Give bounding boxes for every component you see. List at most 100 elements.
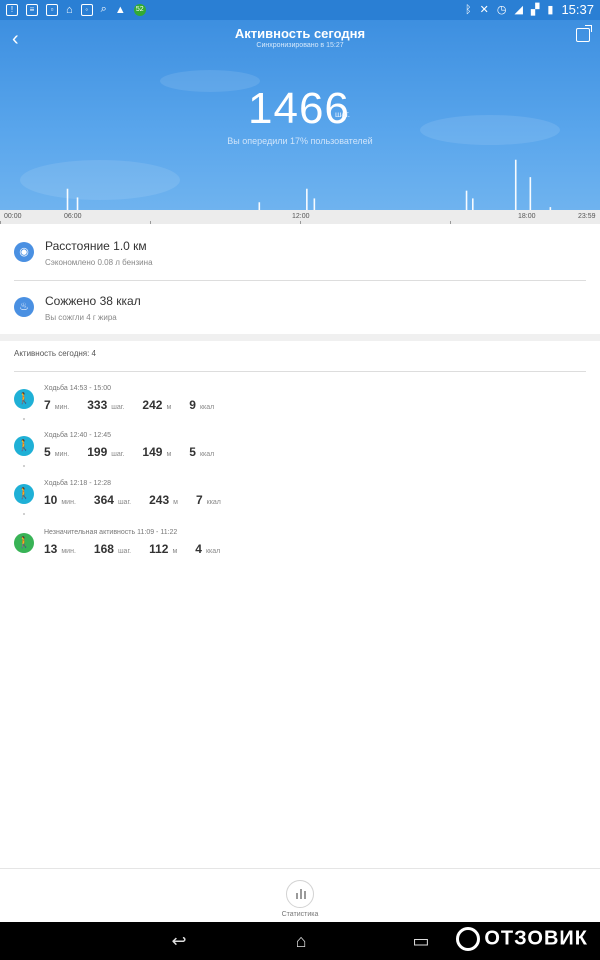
watermark-logo-icon xyxy=(456,927,481,951)
duration-unit: мин. xyxy=(61,499,76,506)
time-axis: 00:00 06:00 12:00 18:00 23:59 xyxy=(0,210,600,224)
axis-tick-label: 00:00 xyxy=(4,213,22,220)
calories-unit: ккал xyxy=(206,499,221,506)
divider xyxy=(14,371,586,372)
activity-label: Ходьба 14:53 - 15:00 xyxy=(44,385,112,392)
clock: 15:37 xyxy=(561,2,594,17)
calories-unit: ккал xyxy=(205,548,221,555)
step-bar xyxy=(258,202,261,210)
distance-value: 242 xyxy=(142,398,163,412)
duration-value: 5 xyxy=(44,445,51,459)
watermark: ОТЗОВИК xyxy=(456,927,588,951)
alarm-icon: ◷ xyxy=(496,4,507,16)
axis-tick xyxy=(150,221,152,224)
step-bar xyxy=(306,188,308,210)
axis-tick xyxy=(450,221,452,224)
message-icon: ≡ xyxy=(26,3,38,16)
light-activity-icon: 🚶 xyxy=(14,533,34,553)
activity-label: Ходьба 12:18 - 12:28 xyxy=(44,480,112,487)
image-icon: ▫ xyxy=(46,3,58,16)
duration-value: 7 xyxy=(44,398,51,412)
steps-value: 364 xyxy=(93,493,114,507)
distance-value: 243 xyxy=(149,493,170,507)
axis-tick-label: 06:00 xyxy=(64,213,82,220)
home-nav-icon[interactable]: ⌂ xyxy=(288,930,314,952)
activity-label: Незначительная активность 11:09 - 11:22 xyxy=(44,529,178,536)
activity-count: Активность сегодня: 4 xyxy=(14,349,97,358)
step-bar xyxy=(76,197,79,210)
duration-unit: мин. xyxy=(61,548,76,555)
calories-card[interactable]: ♨ Сожжено 38 ккал Вы сожгли 4 г жира xyxy=(0,281,600,336)
activity-header: ‹ Активность сегодня Синхронизировано в … xyxy=(0,20,600,210)
cleaner-icon: ⌂ xyxy=(66,3,73,16)
calories-value: 4 xyxy=(195,542,202,556)
steps-value: 168 xyxy=(93,542,114,556)
wifi-icon: ◢ xyxy=(514,4,523,16)
steps-unit: шаг. xyxy=(117,499,132,506)
steps-value: 199 xyxy=(87,445,108,459)
walking-icon: 🚶 xyxy=(14,484,34,504)
step-bar xyxy=(529,177,532,210)
axis-tick xyxy=(300,221,302,224)
statistics-label: Статистика xyxy=(281,911,319,918)
duration-value: 13 xyxy=(44,542,58,556)
activity-row[interactable]: 🚶 Незначительная активность 11:09 - 11:2… xyxy=(0,529,600,573)
activity-row[interactable]: 🚶 Ходьба 14:53 - 15:00 7 мин. 333 шаг. 242… xyxy=(0,385,600,429)
timeline-connector xyxy=(23,513,25,515)
timeline-connector xyxy=(23,418,25,420)
axis-tick-label: 18:00 xyxy=(518,213,536,220)
calories-title: Сожжено 38 ккал xyxy=(45,294,141,308)
distance-title: Расстояние 1.0 км xyxy=(45,239,147,253)
mute-icon: ✕ xyxy=(479,4,489,16)
distance-card[interactable]: ◉ Расстояние 1.0 км Сэкономлено 0.08 л б… xyxy=(0,226,600,281)
warning-icon: ▲ xyxy=(114,3,126,16)
activity-row[interactable]: 🚶 Ходьба 12:18 - 12:28 10 мин. 364 шаг. 24… xyxy=(0,480,600,524)
axis-tick-label: 23:59 xyxy=(578,213,596,220)
steps-chart xyxy=(66,159,552,210)
calories-unit: ккал xyxy=(199,451,215,458)
bluetooth-icon: ᛒ xyxy=(465,3,472,16)
axis-tick-label: 12:00 xyxy=(292,213,310,220)
calories-subtitle: Вы сожгли 4 г жира xyxy=(45,313,117,322)
calories-value: 5 xyxy=(189,445,196,459)
steps-unit: шаг. xyxy=(111,451,125,458)
step-bar xyxy=(66,188,69,210)
location-pin-icon: ◉ xyxy=(14,242,34,262)
section-gap xyxy=(0,334,600,341)
walking-icon: 🚶 xyxy=(14,436,34,456)
distance-unit: м xyxy=(173,499,178,506)
walking-icon: 🚶 xyxy=(14,389,34,409)
steps-value: 333 xyxy=(87,398,108,412)
distance-unit: м xyxy=(166,404,172,411)
signal-icon: ▞ xyxy=(530,4,540,16)
calories-value: 7 xyxy=(195,493,203,507)
search-icon: ⌕ xyxy=(100,3,107,15)
distance-value: 112 xyxy=(149,542,169,556)
back-nav-icon[interactable]: ↩ xyxy=(166,930,192,952)
divider xyxy=(0,868,600,869)
axis-tick xyxy=(0,221,1,224)
steps-unit: шаг. xyxy=(111,404,125,411)
calories-value: 9 xyxy=(189,398,196,412)
duration-value: 10 xyxy=(44,493,58,507)
battery-icon: ▮ xyxy=(547,4,554,16)
activity-row[interactable]: 🚶 Ходьба 12:40 - 12:45 5 мин. 199 шаг. 149… xyxy=(0,432,600,476)
recents-nav-icon[interactable]: ▭ xyxy=(408,930,434,952)
duration-unit: мин. xyxy=(54,404,70,411)
step-bar xyxy=(465,190,468,210)
duration-unit: мин. xyxy=(54,451,70,458)
step-bar xyxy=(514,159,517,210)
timeline-connector xyxy=(23,465,25,467)
statistics-button[interactable] xyxy=(286,880,314,908)
distance-unit: м xyxy=(166,451,172,458)
notification-icon: ! xyxy=(6,3,18,16)
system-nav-bar: ↩ ⌂ ▭ ОТЗОВИК xyxy=(0,922,600,960)
distance-value: 149 xyxy=(142,445,163,459)
activity-label: Ходьба 12:40 - 12:45 xyxy=(44,432,112,439)
step-bar xyxy=(471,198,474,210)
steps-unit: шаг. xyxy=(117,548,132,555)
step-bar xyxy=(313,198,316,210)
app-icon: ◦ xyxy=(80,3,93,16)
calories-unit: ккал xyxy=(199,404,215,411)
status-bar: ! ≡ ▫ ⌂ ◦ ⌕ ▲ 52 ᛒ ✕ ◷ ◢ ▞ ▮ 15:37 xyxy=(0,0,600,20)
